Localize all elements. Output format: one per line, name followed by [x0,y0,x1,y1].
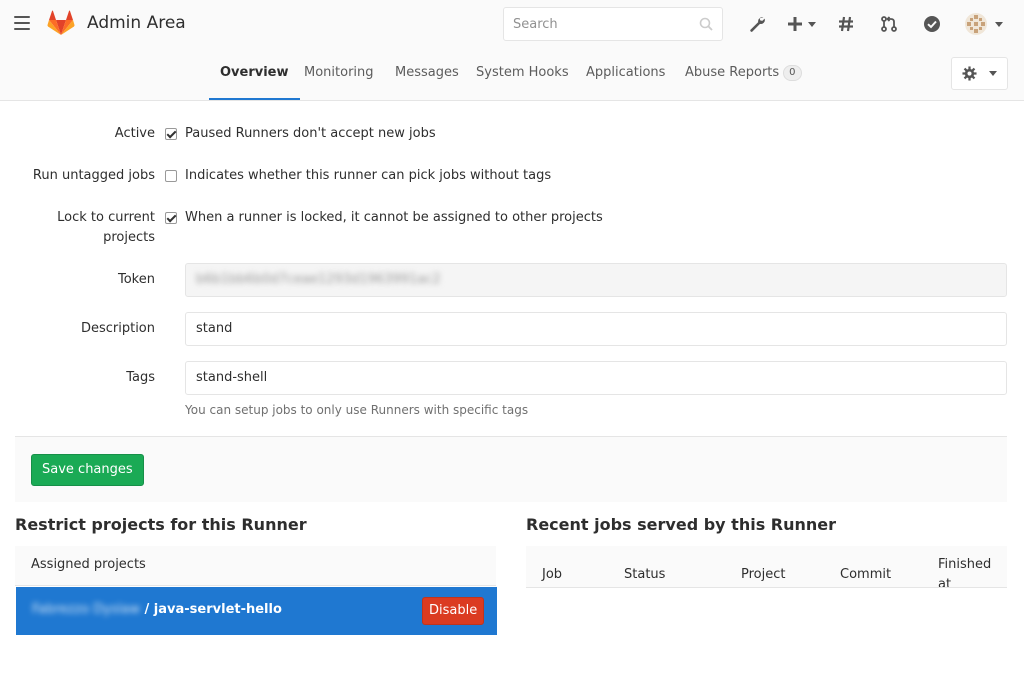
form-actions: Save changes [15,436,1007,502]
issues-hash-icon[interactable] [837,14,855,34]
column-job: Job [542,567,563,582]
lock-projects-label: Lock to current projects [57,210,155,245]
lock-projects-help-text: When a runner is locked, it cannot be as… [185,210,603,225]
tags-help-text: You can setup jobs to only use Runners w… [185,403,529,417]
new-dropdown-plus-icon[interactable] [787,14,816,34]
project-namespace: Fabrezzo Dyslaw [32,602,140,617]
search-input[interactable] [504,8,684,40]
project-name: java-servlet-hello [153,602,282,617]
assigned-project-row[interactable]: Fabrezzo Dyslaw / java-servlet-hello Dis… [16,587,497,635]
tab-monitoring[interactable]: Monitoring [304,48,374,100]
column-commit: Commit [840,567,892,582]
active-label: Active [114,126,155,141]
tab-system-hooks[interactable]: System Hooks [476,48,569,100]
top-navbar: Admin Area [0,0,1024,48]
gear-icon [962,66,977,81]
user-avatar[interactable] [964,12,1003,36]
admin-wrench-icon[interactable] [748,14,766,34]
recent-jobs-title: Recent jobs served by this Runner [526,515,837,534]
settings-dropdown-button[interactable] [951,57,1008,90]
hamburger-menu-icon[interactable] [14,16,30,32]
assigned-projects-header: Assigned projects [15,546,496,586]
chevron-down-icon [989,71,997,76]
token-field[interactable]: b6b1bb6b0d7ceae1293d1963991ac2 [185,263,1007,297]
save-changes-button[interactable]: Save changes [31,454,144,486]
tab-overview[interactable]: Overview [209,48,300,100]
gitlab-logo-icon[interactable] [47,10,75,36]
run-untagged-help-text: Indicates whether this runner can pick j… [185,168,552,183]
search-box[interactable] [503,7,723,41]
tags-label: Tags [126,370,155,385]
disable-project-button[interactable]: Disable [422,597,485,625]
recent-jobs-table-header: Job Status Project Commit Finished at [526,546,1007,588]
chevron-down-icon [995,21,1003,27]
admin-area-title[interactable]: Admin Area [87,13,186,33]
column-status: Status [624,567,666,582]
assigned-project-link[interactable]: Fabrezzo Dyslaw / java-servlet-hello [32,602,282,617]
token-label: Token [118,272,155,287]
active-checkbox[interactable] [165,128,177,140]
merge-requests-icon[interactable] [880,14,898,34]
description-label: Description [80,321,155,336]
run-untagged-label: Run untagged jobs [32,168,155,183]
restrict-projects-title: Restrict projects for this Runner [15,515,307,534]
column-finished-at: Finished at [938,557,992,588]
admin-tabs: Overview Monitoring Messages System Hook… [0,48,1024,101]
tab-abuse-reports-label: Abuse Reports [685,65,780,80]
tab-applications[interactable]: Applications [586,48,665,100]
column-project: Project [741,567,786,582]
active-help-text: Paused Runners don't accept new jobs [185,126,436,141]
run-untagged-checkbox[interactable] [165,170,177,182]
abuse-reports-count-badge: 0 [783,65,802,81]
tab-messages[interactable]: Messages [395,48,459,100]
project-path-separator: / [139,602,154,617]
tags-input[interactable]: stand-shell [185,361,1007,395]
lock-projects-checkbox[interactable] [165,212,177,224]
todos-check-icon[interactable] [923,14,941,34]
token-value: b6b1bb6b0d7ceae1293d1963991ac2 [196,272,441,287]
chevron-down-icon [808,21,816,27]
search-icon [699,17,713,31]
description-input[interactable]: stand [185,312,1007,346]
tab-abuse-reports[interactable]: Abuse Reports 0 [685,48,802,100]
